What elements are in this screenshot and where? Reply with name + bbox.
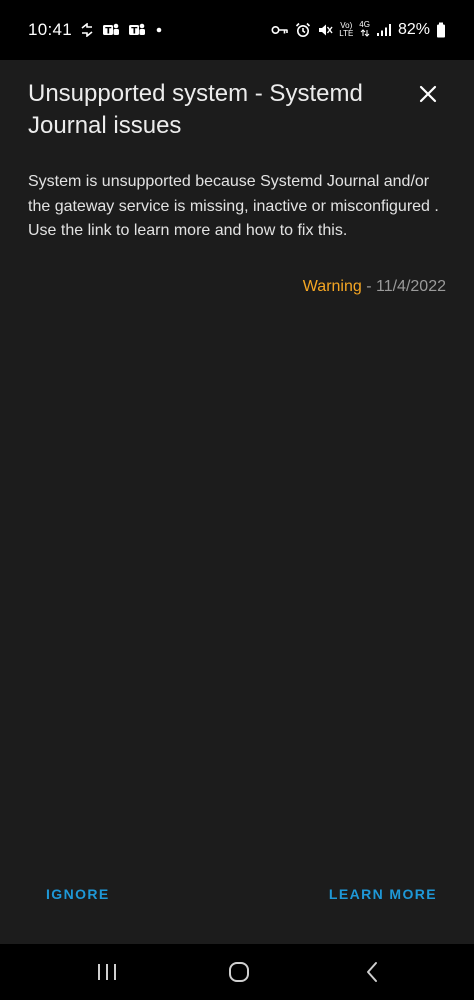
recents-button[interactable] <box>89 956 125 988</box>
svg-text:T: T <box>105 27 112 37</box>
battery-percent: 82% <box>397 21 430 38</box>
unsupported-system-dialog: Unsupported system - Systemd Journal iss… <box>0 60 474 944</box>
volte-bottom-text: LTE <box>339 29 354 38</box>
meta-separator: - <box>361 278 376 295</box>
home-button[interactable] <box>221 956 257 988</box>
mute-icon <box>317 22 333 38</box>
signal-gen-text: 4G <box>359 20 370 29</box>
dialog-title: Unsupported system - Systemd Journal iss… <box>28 80 363 139</box>
signal-icon <box>376 23 392 37</box>
ignore-button[interactable]: IGNORE <box>46 886 110 902</box>
status-bar: 10:41 T T Vo) LTE 4G 82% <box>0 0 474 60</box>
teams-icon: T <box>128 22 146 38</box>
dialog-message: System is unsupported because Systemd Jo… <box>28 173 439 239</box>
status-time: 10:41 <box>28 20 73 39</box>
sync-icon <box>80 23 94 37</box>
svg-text:T: T <box>131 27 138 37</box>
home-icon <box>229 962 249 982</box>
notification-dot-icon <box>154 25 164 35</box>
close-icon <box>419 85 437 103</box>
issue-meta: Warning - 11/4/2022 <box>303 278 446 296</box>
issue-date: 11/4/2022 <box>376 278 446 295</box>
severity-label: Warning <box>302 278 362 295</box>
close-button[interactable] <box>410 76 446 112</box>
battery-icon <box>436 22 446 38</box>
status-right: Vo) LTE 4G 82% <box>271 21 446 39</box>
navigation-bar <box>0 944 474 1000</box>
back-icon <box>367 962 377 982</box>
alarm-icon <box>295 22 311 38</box>
volte-icon: Vo) LTE <box>339 22 353 38</box>
teams-icon: T <box>102 22 120 38</box>
data-arrows-icon: 4G <box>359 21 370 39</box>
back-button[interactable] <box>354 956 390 988</box>
learn-more-button[interactable]: LEARN MORE <box>329 886 437 902</box>
recents-icon <box>98 964 116 980</box>
status-left: 10:41 T T <box>28 20 164 40</box>
key-icon <box>271 24 289 36</box>
